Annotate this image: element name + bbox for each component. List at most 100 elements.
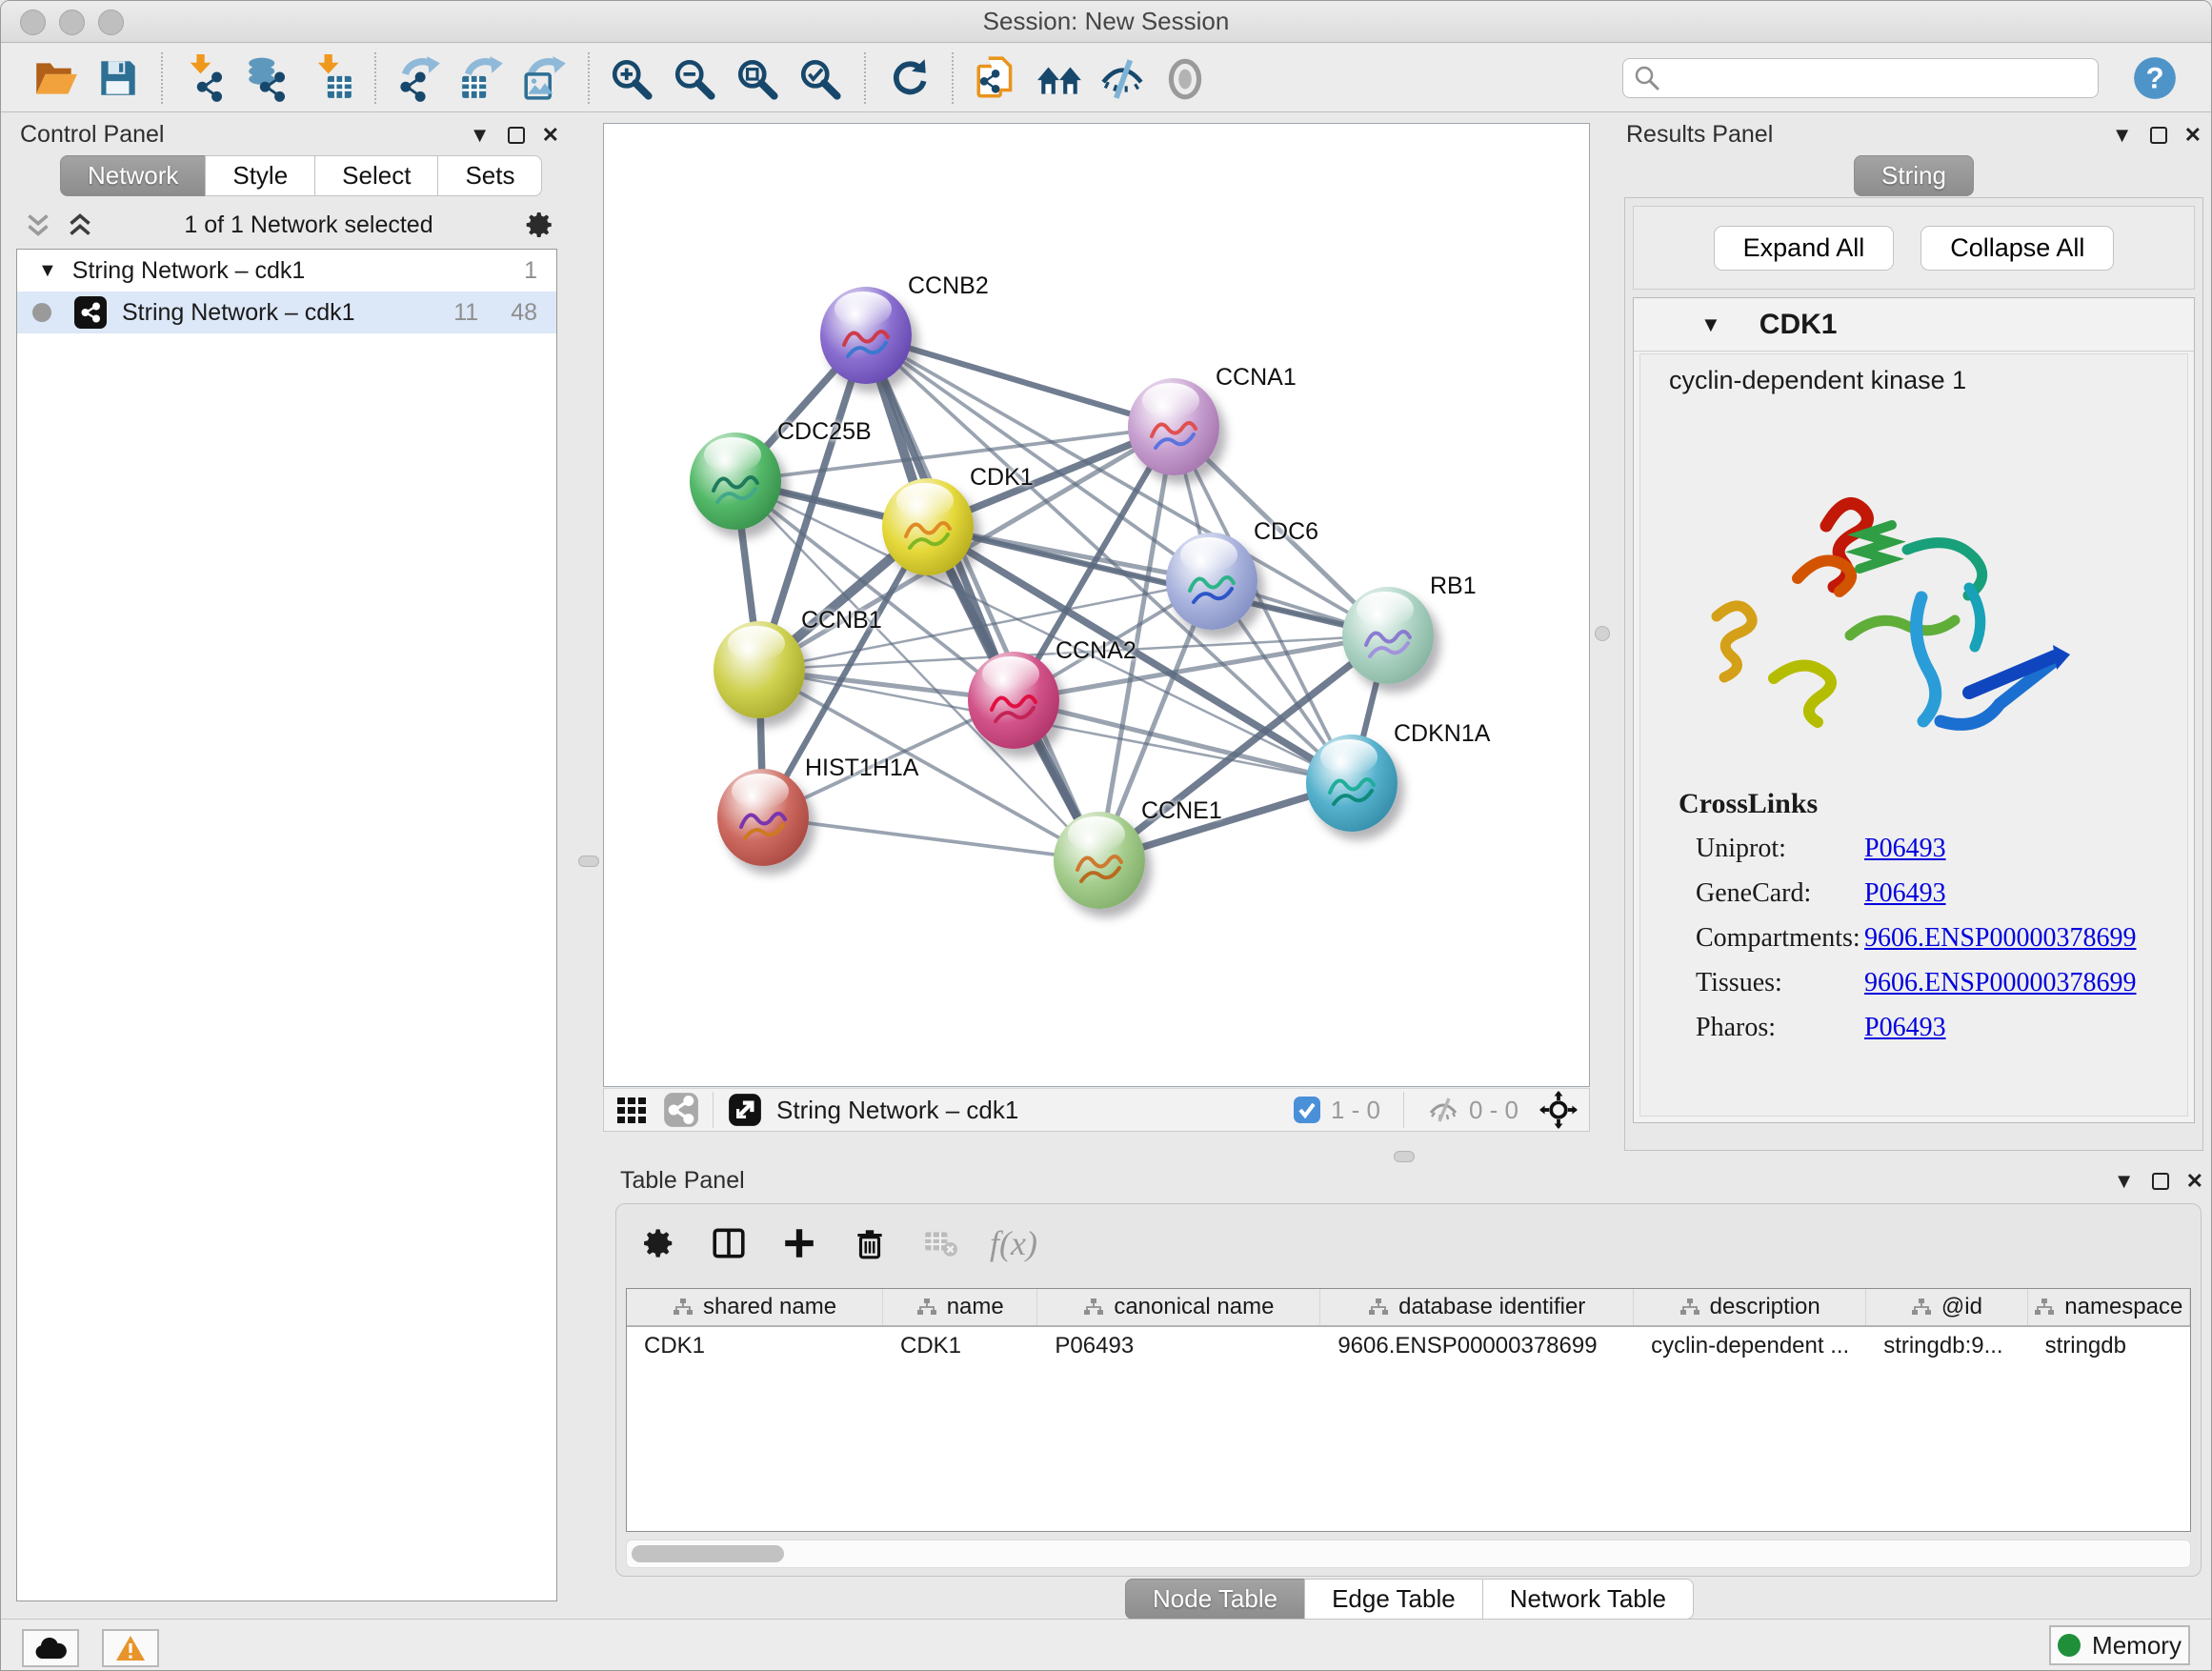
column-header-databaseidentifier[interactable]: database identifier [1320,1289,1634,1325]
results-close-icon[interactable]: ✕ [2184,125,2202,146]
column-header-description[interactable]: description [1634,1289,1866,1325]
first-neighbors-icon[interactable] [1028,49,1091,108]
network-node-CDC6[interactable] [1166,533,1257,630]
panel-menu-icon[interactable]: ▼ [470,125,491,146]
network-node-CDKN1A[interactable] [1306,735,1398,832]
network-node-CCNA1[interactable] [1128,378,1219,475]
split-panel-icon[interactable] [708,1222,750,1264]
tab-sets[interactable]: Sets [437,155,542,196]
zoom-window-button[interactable] [98,10,124,35]
column-header-id[interactable]: @id [1866,1289,2027,1325]
column-header-sharedname[interactable]: shared name [627,1289,883,1325]
network-node-CCNA2[interactable] [968,652,1059,749]
table-hscrollbar [626,1540,2191,1568]
tab-network-table[interactable]: Network Table [1482,1579,1694,1620]
zoom-selected-icon[interactable] [790,49,853,108]
tab-string[interactable]: String [1854,155,1974,196]
crosslink-row: Uniprot:P06493 [1679,834,2136,878]
network-node-CCNB1[interactable] [714,621,805,718]
results-float-icon[interactable] [2150,127,2167,144]
crosslink-link[interactable]: P06493 [1864,878,1946,923]
panel-close-icon[interactable]: ✕ [542,125,559,146]
grid-view-icon[interactable] [615,1094,648,1126]
entry-expander-icon[interactable]: ▼ [1700,312,1721,337]
column-header-name[interactable]: name [883,1289,1037,1325]
export-network-icon[interactable] [388,49,451,108]
clone-network-icon[interactable] [965,49,1028,108]
memory-button[interactable]: Memory [2049,1625,2190,1665]
panel-float-icon[interactable] [508,127,525,144]
tab-network[interactable]: Network [60,155,206,196]
hide-selected-icon[interactable] [1091,49,1154,108]
zoom-in-icon[interactable] [601,49,664,108]
minimize-window-button[interactable] [59,10,85,35]
expand-all-button[interactable]: Expand All [1714,226,1895,271]
delete-column-trash-icon[interactable] [849,1222,891,1264]
collapse-all-icon[interactable] [66,211,94,239]
tab-node-table[interactable]: Node Table [1125,1579,1305,1620]
import-database-icon[interactable] [237,49,300,108]
bottom-splitter-handle[interactable] [1394,1151,1415,1162]
column-header-namespace[interactable]: namespace [2028,1289,2190,1325]
tab-edge-table[interactable]: Edge Table [1304,1579,1483,1620]
search-input[interactable] [1622,58,2099,98]
refresh-network-icon[interactable] [877,49,940,108]
edge-layer [604,124,1591,1088]
cloud-status-button[interactable] [22,1629,79,1667]
open-in-window-icon[interactable] [727,1092,763,1128]
function-builder-icon: f(x) [990,1223,1037,1263]
birdseye-move-icon[interactable] [1539,1091,1578,1129]
cdk1-entry: ▼ CDK1 cyclin-dependent kinase 1 [1633,297,2195,1123]
tab-style[interactable]: Style [205,155,315,196]
help-icon[interactable]: ? [2131,54,2179,102]
collection-expander-icon[interactable]: ▼ [38,260,57,282]
network-row[interactable]: String Network – cdk1 11 48 [17,292,556,333]
import-network-icon[interactable] [174,49,237,108]
node-label-CCNE1: CCNE1 [1141,797,1222,825]
table-toolbar: f(x) [616,1204,2201,1282]
node-table[interactable]: shared namenamecanonical namedatabase id… [626,1288,2191,1532]
crosslink-link[interactable]: P06493 [1864,834,1946,878]
node-label-CCNA1: CCNA1 [1216,364,1297,392]
results-menu-icon[interactable]: ▼ [2112,125,2133,146]
network-node-CDK1[interactable] [882,478,974,575]
table-settings-gear-icon[interactable] [637,1222,679,1264]
network-options-gear-icon[interactable] [523,209,555,241]
selected-checkbox-icon[interactable] [1293,1096,1321,1124]
zoom-fit-icon[interactable] [727,49,790,108]
right-splitter-handle[interactable] [1595,626,1610,641]
save-session-icon[interactable] [87,49,150,108]
network-node-CCNB2[interactable] [820,287,912,384]
network-collection-row[interactable]: ▼ String Network – cdk1 1 [17,250,556,292]
network-node-RB1[interactable] [1342,587,1434,684]
zoom-out-icon[interactable] [664,49,727,108]
table-float-icon[interactable] [2152,1173,2169,1190]
tab-select[interactable]: Select [314,155,438,196]
import-table-icon[interactable] [300,49,363,108]
network-share-icon[interactable] [663,1092,699,1128]
warning-status-button[interactable] [102,1629,159,1667]
cloud-icon [33,1636,68,1661]
crosslink-link[interactable]: 9606.ENSP00000378699 [1864,968,2136,1013]
table-hscrollbar-thumb[interactable] [632,1545,784,1562]
expand-all-icon[interactable] [24,211,52,239]
open-session-icon[interactable] [24,49,87,108]
close-window-button[interactable] [20,10,46,35]
left-splitter-handle[interactable] [578,856,599,867]
table-close-icon[interactable]: ✕ [2186,1171,2203,1192]
network-node-HIST1H1A[interactable] [717,769,809,866]
crosslink-link[interactable]: 9606.ENSP00000378699 [1864,923,2136,968]
add-column-icon[interactable] [778,1222,820,1264]
show-all-icon[interactable] [1154,49,1217,108]
collapse-all-button[interactable]: Collapse All [1920,226,2114,271]
network-canvas[interactable]: CCNB2CCNA1CDC25BCDK1CDC6RB1CCNB1CCNA2CDK… [603,123,1590,1087]
network-node-CCNE1[interactable] [1054,812,1145,909]
current-network-dot-icon [32,303,51,322]
table-row[interactable]: CDK1CDK1P064939606.ENSP00000378699cyclin… [627,1327,2190,1365]
column-header-canonicalname[interactable]: canonical name [1037,1289,1320,1325]
table-menu-icon[interactable]: ▼ [2114,1171,2135,1192]
crosslink-link[interactable]: P06493 [1864,1013,1946,1057]
export-table-icon[interactable] [451,49,513,108]
export-image-icon[interactable] [513,49,576,108]
network-node-CDC25B[interactable] [690,433,781,530]
